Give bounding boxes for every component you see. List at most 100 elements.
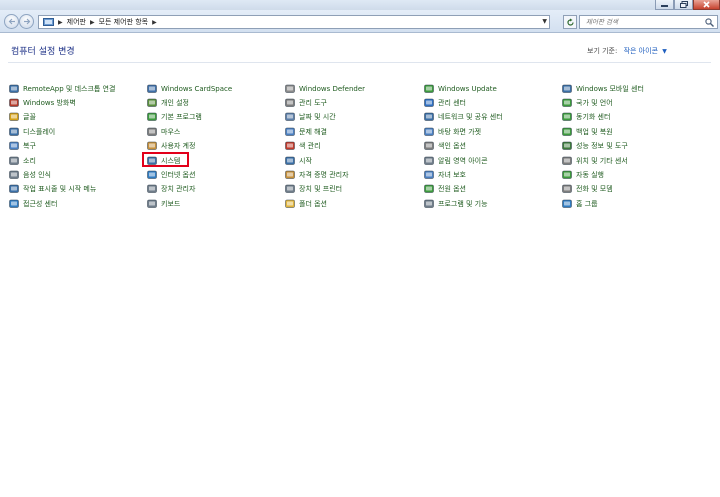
close-button[interactable] xyxy=(693,0,720,10)
control-panel-item[interactable]: 자동 실행 xyxy=(562,169,604,180)
folder-icon xyxy=(285,199,295,209)
maximize-button[interactable] xyxy=(674,0,693,10)
page-title: 컴퓨터 설정 변경 xyxy=(11,47,75,57)
control-panel-item[interactable]: 홈 그룹 xyxy=(562,198,598,209)
control-panel-item-label: 글꼴 xyxy=(23,113,36,122)
search-icon[interactable] xyxy=(705,18,714,27)
control-panel-item-label: 관리 도구 xyxy=(299,98,327,107)
getting-started-icon xyxy=(285,156,295,166)
control-panel-item[interactable]: 기본 프로그램 xyxy=(147,112,202,123)
indexing-icon xyxy=(424,141,434,151)
control-panel-item[interactable]: 디스플레이 xyxy=(9,126,55,137)
control-panel-item[interactable]: 글꼴 xyxy=(9,112,36,123)
control-panel-item[interactable]: 프로그램 및 기능 xyxy=(424,198,488,209)
control-panel-item[interactable]: 관리 도구 xyxy=(285,97,327,108)
control-panel-item-label: 프로그램 및 기능 xyxy=(438,199,488,208)
control-panel-item-label: 문제 해결 xyxy=(299,127,327,136)
minimize-button[interactable] xyxy=(655,0,674,10)
user-accounts-icon xyxy=(147,141,157,151)
breadcrumb-separator-icon[interactable]: ▶ xyxy=(90,19,95,26)
control-panel-item[interactable]: 동기화 센터 xyxy=(562,112,610,123)
control-panel-item[interactable]: 장치 및 프린터 xyxy=(285,184,342,195)
search-box[interactable] xyxy=(579,15,718,29)
control-panel-item[interactable]: 시작 xyxy=(285,155,312,166)
address-dropdown-icon[interactable]: ▼ xyxy=(542,18,547,25)
control-panel-item[interactable]: 자녀 보호 xyxy=(424,169,466,180)
control-panel-item[interactable]: 위치 및 기타 센서 xyxy=(562,155,628,166)
breadcrumb-all-items[interactable]: 모든 제어판 항목 xyxy=(99,17,149,27)
control-panel-item[interactable]: Windows 방화벽 xyxy=(9,97,76,108)
control-panel-item[interactable]: 소리 xyxy=(9,155,36,166)
remoteapp-icon xyxy=(9,84,19,94)
control-panel-item[interactable]: 사용자 계정 xyxy=(147,141,195,152)
selection-highlight xyxy=(142,152,189,167)
control-panel-item[interactable]: 전화 및 모뎀 xyxy=(562,184,613,195)
recovery-icon xyxy=(9,141,19,151)
performance-icon xyxy=(562,141,572,151)
back-arrow-icon xyxy=(8,18,15,25)
forward-button[interactable] xyxy=(19,14,34,29)
control-panel-item[interactable]: 성능 정보 및 도구 xyxy=(562,141,628,152)
control-panel-item-label: 성능 정보 및 도구 xyxy=(576,142,628,151)
control-panel-item[interactable]: 네트워크 및 공유 센터 xyxy=(424,112,503,123)
breadcrumb-control-panel[interactable]: 제어판 xyxy=(67,17,86,27)
control-panel-item[interactable]: 마우스 xyxy=(147,126,180,137)
sync-center-icon xyxy=(562,112,572,122)
address-bar[interactable]: ▶ 제어판 ▶ 모든 제어판 항목 ▶ ▼ xyxy=(38,15,550,29)
control-panel-item[interactable]: 음성 인식 xyxy=(9,169,51,180)
taskbar-icon xyxy=(9,184,19,194)
personalization-icon xyxy=(147,98,157,108)
control-panel-item-label: 마우스 xyxy=(161,127,181,136)
minimize-icon xyxy=(661,4,668,7)
homegroup-icon xyxy=(562,199,572,209)
network-icon xyxy=(424,112,434,122)
control-panel-item-label: 자격 증명 관리자 xyxy=(299,170,349,179)
control-panel-item-label: 작업 표시줄 및 시작 메뉴 xyxy=(23,185,97,194)
control-panel-item[interactable]: Windows 모바일 센터 xyxy=(562,83,644,94)
admin-tools-icon xyxy=(285,98,295,108)
control-panel-item[interactable]: 키보드 xyxy=(147,198,180,209)
control-panel-item-label: 색인 옵션 xyxy=(438,142,466,151)
control-panel-item[interactable]: 바탕 화면 가젯 xyxy=(424,126,481,137)
back-button[interactable] xyxy=(4,14,19,29)
window-title-bar[interactable] xyxy=(0,0,720,10)
divider xyxy=(8,62,711,63)
control-panel-item-label: 국가 및 언어 xyxy=(576,98,613,107)
control-panel-item[interactable]: 장치 관리자 xyxy=(147,184,195,195)
sensors-icon xyxy=(562,156,572,166)
control-panel-item-label: 전화 및 모뎀 xyxy=(576,185,613,194)
control-panel-item[interactable]: 개인 설정 xyxy=(147,97,189,108)
control-panel-item[interactable]: 색인 옵션 xyxy=(424,141,466,152)
breadcrumb-separator-icon[interactable]: ▶ xyxy=(58,19,63,26)
control-panel-item[interactable]: 백업 및 복원 xyxy=(562,126,613,137)
control-panel-item[interactable]: 문제 해결 xyxy=(285,126,327,137)
control-panel-item[interactable]: 날짜 및 시간 xyxy=(285,112,336,123)
search-input[interactable] xyxy=(586,18,704,26)
control-panel-item[interactable]: 관리 센터 xyxy=(424,97,466,108)
breadcrumb-separator-icon[interactable]: ▶ xyxy=(152,19,157,26)
programs-features-icon xyxy=(424,199,434,209)
control-panel-item[interactable]: Windows Update xyxy=(424,83,497,94)
control-panel-item[interactable]: 전원 옵션 xyxy=(424,184,466,195)
control-panel-item[interactable]: Windows CardSpace xyxy=(147,83,232,94)
control-panel-item[interactable]: 복구 xyxy=(9,141,36,152)
control-panel-item[interactable]: Windows Defender xyxy=(285,83,365,94)
control-panel-item[interactable]: 알림 영역 아이콘 xyxy=(424,155,488,166)
control-panel-item[interactable]: RemoteApp 및 데스크톱 연결 xyxy=(9,83,115,94)
view-by-dropdown[interactable]: 작은 아이콘 xyxy=(624,47,658,55)
control-panel-item[interactable]: 국가 및 언어 xyxy=(562,97,613,108)
navigation-bar: ▶ 제어판 ▶ 모든 제어판 항목 ▶ ▼ xyxy=(0,10,720,33)
chevron-down-icon[interactable]: ▼ xyxy=(662,48,667,55)
control-panel-item[interactable]: 인터넷 옵션 xyxy=(147,169,195,180)
control-panel-item[interactable]: 폴더 옵션 xyxy=(285,198,327,209)
control-panel-item[interactable]: 색 관리 xyxy=(285,141,321,152)
control-panel-item[interactable]: 자격 증명 관리자 xyxy=(285,169,349,180)
refresh-button[interactable] xyxy=(563,15,577,29)
mobility-center-icon xyxy=(562,84,572,94)
control-panel-item-label: 네트워크 및 공유 센터 xyxy=(438,113,503,122)
control-panel-item[interactable]: 작업 표시줄 및 시작 메뉴 xyxy=(9,184,96,195)
cardspace-icon xyxy=(147,84,157,94)
control-panel-item-label: 전원 옵션 xyxy=(438,185,466,194)
control-panel-item-label: 디스플레이 xyxy=(23,127,56,136)
control-panel-item[interactable]: 접근성 센터 xyxy=(9,198,57,209)
